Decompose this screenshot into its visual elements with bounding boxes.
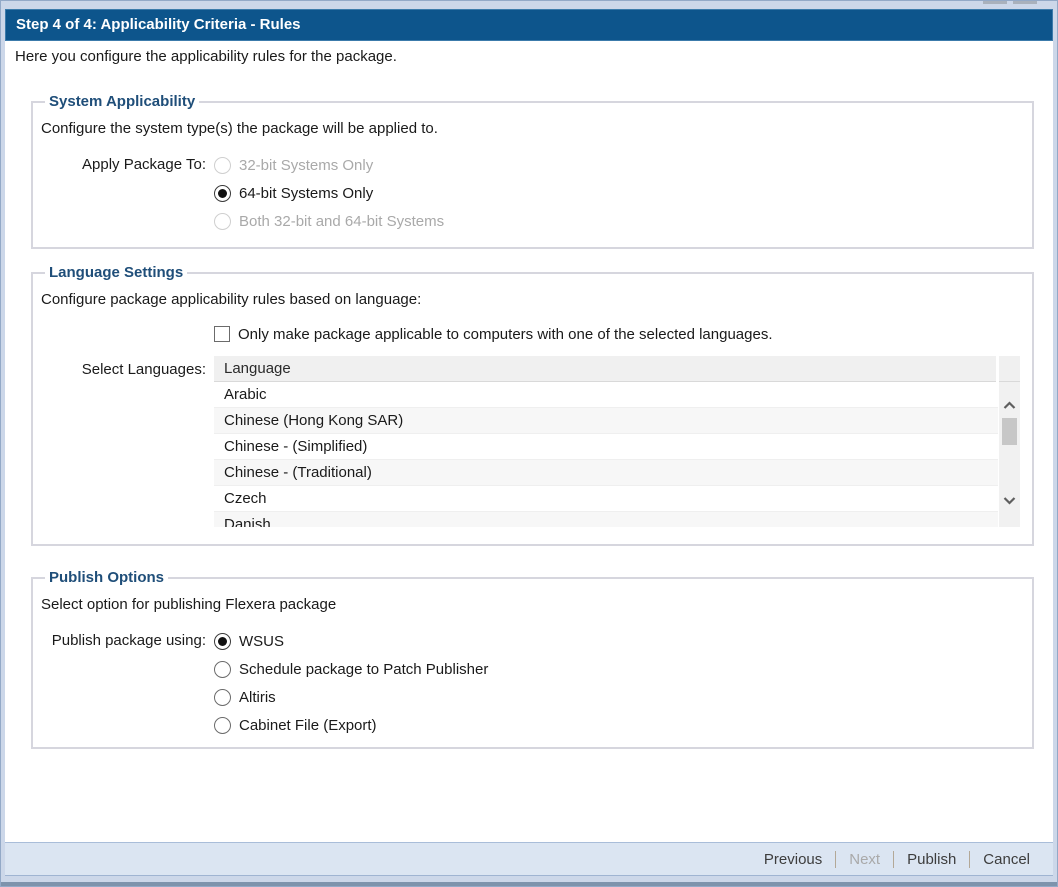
radio-icon xyxy=(214,661,231,678)
radio-selected-icon xyxy=(214,185,231,202)
scroll-up-icon[interactable] xyxy=(999,398,1020,412)
system-applicability-legend: System Applicability xyxy=(45,93,199,110)
publish-options-group: Publish Options Select option for publis… xyxy=(31,569,1034,749)
wizard-title-bar: Step 4 of 4: Applicability Criteria - Ru… xyxy=(5,9,1053,41)
publish-options-legend: Publish Options xyxy=(45,569,168,586)
list-item-danish[interactable]: Danish xyxy=(214,512,998,527)
wizard-window: Step 4 of 4: Applicability Criteria - Ru… xyxy=(0,0,1058,887)
window-bottom-edge xyxy=(1,882,1057,886)
page-title: Step 4 of 4: Applicability Criteria - Ru… xyxy=(16,16,301,33)
language-settings-description: Configure package applicability rules ba… xyxy=(41,291,1022,308)
radio-selected-icon xyxy=(214,633,231,650)
list-item-chinese-traditional[interactable]: Chinese - (Traditional) xyxy=(214,460,998,486)
publish-options-description: Select option for publishing Flexera pac… xyxy=(41,596,1022,613)
header-gap xyxy=(996,356,999,382)
language-column-header[interactable]: Language xyxy=(214,356,1020,382)
publish-button[interactable]: Publish xyxy=(894,851,969,868)
radio-wsus[interactable]: WSUS xyxy=(214,627,488,655)
publish-package-using-label: Publish package using: xyxy=(39,627,206,739)
scroll-down-icon[interactable] xyxy=(999,493,1020,507)
radio-32bit-systems-only[interactable]: 32-bit Systems Only xyxy=(214,151,444,179)
checkbox-icon xyxy=(214,326,230,342)
window-button-partial-1 xyxy=(983,1,1007,4)
radio-label: 64-bit Systems Only xyxy=(239,185,373,202)
radio-64bit-systems-only[interactable]: 64-bit Systems Only xyxy=(214,179,444,207)
radio-patch-publisher[interactable]: Schedule package to Patch Publisher xyxy=(214,655,488,683)
previous-button[interactable]: Previous xyxy=(751,851,835,868)
apply-package-to-label: Apply Package To: xyxy=(39,151,206,235)
list-item-arabic[interactable]: Arabic xyxy=(214,382,998,408)
scrollbar-thumb[interactable] xyxy=(1002,418,1017,445)
system-applicability-description: Configure the system type(s) the package… xyxy=(41,120,1022,137)
intro-text: Here you configure the applicability rul… xyxy=(15,48,397,65)
list-item-chinese-simplified[interactable]: Chinese - (Simplified) xyxy=(214,434,998,460)
radio-label: Cabinet File (Export) xyxy=(239,717,377,734)
radio-label: WSUS xyxy=(239,633,284,650)
next-button[interactable]: Next xyxy=(836,851,893,868)
language-settings-legend: Language Settings xyxy=(45,264,187,281)
radio-label: Schedule package to Patch Publisher xyxy=(239,661,488,678)
radio-label: 32-bit Systems Only xyxy=(239,157,373,174)
checkbox-label: Only make package applicable to computer… xyxy=(238,326,773,343)
select-languages-label: Select Languages: xyxy=(39,356,206,527)
radio-icon xyxy=(214,157,231,174)
radio-altiris[interactable]: Altiris xyxy=(214,683,488,711)
radio-icon xyxy=(214,213,231,230)
radio-both-32-and-64bit-systems[interactable]: Both 32-bit and 64-bit Systems xyxy=(214,207,444,235)
radio-label: Both 32-bit and 64-bit Systems xyxy=(239,213,444,230)
checkbox-language-filter[interactable]: Only make package applicable to computer… xyxy=(214,324,1022,344)
language-list: Language Arabic Chinese (Hong Kong SAR) … xyxy=(214,356,1020,527)
wizard-content: Here you configure the applicability rul… xyxy=(5,41,1053,844)
system-applicability-group: System Applicability Configure the syste… xyxy=(31,93,1034,249)
radio-label: Altiris xyxy=(239,689,276,706)
wizard-footer-bar: Previous Next Publish Cancel xyxy=(5,842,1053,876)
language-settings-group: Language Settings Configure package appl… xyxy=(31,264,1034,546)
list-item-czech[interactable]: Czech xyxy=(214,486,998,512)
radio-cabinet-file-export[interactable]: Cabinet File (Export) xyxy=(214,711,488,739)
list-scrollbar[interactable] xyxy=(999,382,1020,527)
radio-icon xyxy=(214,689,231,706)
list-item-chinese-hong-kong[interactable]: Chinese (Hong Kong SAR) xyxy=(214,408,998,434)
window-button-partial-2 xyxy=(1013,1,1037,4)
radio-icon xyxy=(214,717,231,734)
cancel-button[interactable]: Cancel xyxy=(970,851,1043,868)
